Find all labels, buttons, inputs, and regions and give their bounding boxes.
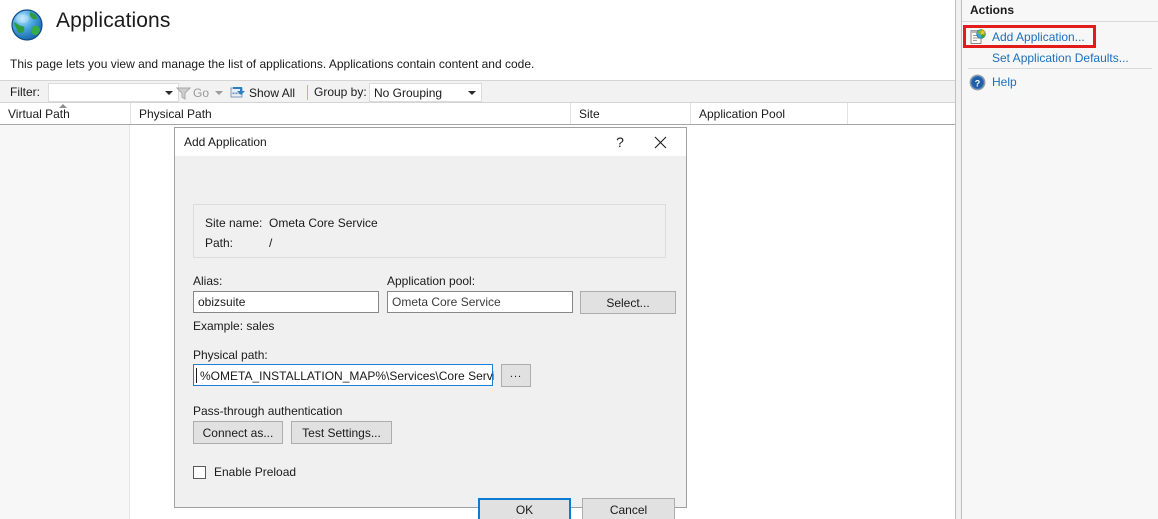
- actions-panel: Actions Add Application... Set Applicati…: [962, 0, 1158, 519]
- actions-divider: [968, 68, 1152, 69]
- chevron-down-icon[interactable]: [468, 91, 476, 95]
- alias-example-hint: Example: sales: [193, 319, 275, 333]
- iis-manager-window: Applications This page lets you view and…: [0, 0, 1158, 519]
- column-header-application-pool[interactable]: Application Pool: [691, 103, 848, 124]
- globe-icon: [11, 9, 43, 41]
- show-all-label: Show All: [249, 85, 296, 100]
- pass-through-authentication-label: Pass-through authentication: [193, 404, 343, 418]
- site-name-label: Site name:: [205, 216, 263, 230]
- physical-path-label: Physical path:: [193, 348, 268, 362]
- action-help-label: Help: [992, 75, 1017, 89]
- page-title: Applications: [56, 9, 171, 32]
- alias-label: Alias:: [193, 274, 223, 288]
- add-application-icon: [970, 28, 986, 44]
- connect-as-button[interactable]: Connect as...: [193, 421, 283, 444]
- browse-physical-path-button[interactable]: ...: [501, 364, 531, 387]
- column-header-blank[interactable]: [848, 103, 955, 124]
- dialog-help-button[interactable]: ?: [609, 132, 631, 152]
- site-name-value: Ometa Core Service: [269, 216, 378, 230]
- funnel-icon: [176, 87, 191, 100]
- physical-path-input[interactable]: [198, 365, 496, 387]
- site-info-group: Site name: Ometa Core Service Path: /: [193, 204, 666, 258]
- column-header-site[interactable]: Site: [571, 103, 691, 124]
- filter-input[interactable]: [48, 83, 179, 102]
- go-label: Go: [193, 85, 210, 100]
- group-by-select[interactable]: No Grouping: [369, 83, 482, 102]
- page-header: Applications: [0, 0, 955, 48]
- go-button[interactable]: Go: [176, 82, 224, 103]
- enable-preload-label: Enable Preload: [214, 465, 297, 479]
- list-header: Virtual Path Physical Path Site Applicat…: [0, 103, 955, 125]
- action-set-application-defaults[interactable]: Set Application Defaults...: [962, 48, 1158, 68]
- dialog-title: Add Application: [184, 135, 267, 149]
- test-settings-button[interactable]: Test Settings...: [291, 421, 392, 444]
- alias-input[interactable]: [193, 291, 379, 313]
- group-by-value: No Grouping: [374, 86, 443, 100]
- action-add-application-label: Add Application...: [992, 30, 1085, 44]
- action-add-application[interactable]: Add Application...: [962, 27, 1158, 47]
- sorted-column-body: [0, 125, 130, 519]
- add-application-dialog: Add Application ? Site name: Ometa Core …: [174, 127, 687, 519]
- actions-panel-title: Actions: [970, 3, 1015, 17]
- svg-text:?: ?: [975, 78, 981, 88]
- cancel-button[interactable]: Cancel: [582, 498, 675, 519]
- ok-button[interactable]: OK: [478, 498, 571, 519]
- toolbar-separator: [307, 85, 308, 100]
- action-help[interactable]: ? Help: [962, 72, 1158, 92]
- enable-preload-row[interactable]: Enable Preload: [193, 463, 296, 481]
- chevron-down-icon[interactable]: [215, 90, 224, 95]
- show-all-button[interactable]: Show All: [230, 82, 295, 103]
- action-set-application-defaults-label: Set Application Defaults...: [992, 51, 1129, 65]
- page-description: This page lets you view and manage the l…: [10, 57, 535, 71]
- filter-toolbar: Filter: Go Show All Group by: No Groupin…: [0, 80, 955, 103]
- actions-title-divider: [962, 21, 1158, 22]
- site-path-label: Path:: [205, 236, 234, 250]
- application-pool-label: Application pool:: [387, 274, 476, 288]
- close-icon: [654, 136, 666, 148]
- column-header-physical-path[interactable]: Physical Path: [131, 103, 571, 124]
- dialog-titlebar: Add Application ?: [175, 128, 686, 156]
- filter-label: Filter:: [10, 85, 40, 99]
- panel-splitter[interactable]: [955, 0, 962, 519]
- dialog-close-button[interactable]: [639, 130, 681, 154]
- select-app-pool-button[interactable]: Select...: [580, 291, 676, 314]
- dialog-body: Site name: Ometa Core Service Path: / Al…: [175, 156, 686, 519]
- sort-ascending-icon: [59, 104, 67, 108]
- chevron-down-icon[interactable]: [165, 91, 173, 95]
- text-cursor: [196, 368, 197, 383]
- group-by-label: Group by:: [314, 85, 367, 99]
- help-icon: ?: [969, 74, 986, 90]
- enable-preload-checkbox[interactable]: [193, 465, 206, 479]
- site-path-value: /: [269, 236, 273, 250]
- application-pool-value[interactable]: Ometa Core Service: [387, 291, 573, 313]
- show-all-icon: [230, 87, 245, 98]
- physical-path-field[interactable]: [193, 364, 496, 387]
